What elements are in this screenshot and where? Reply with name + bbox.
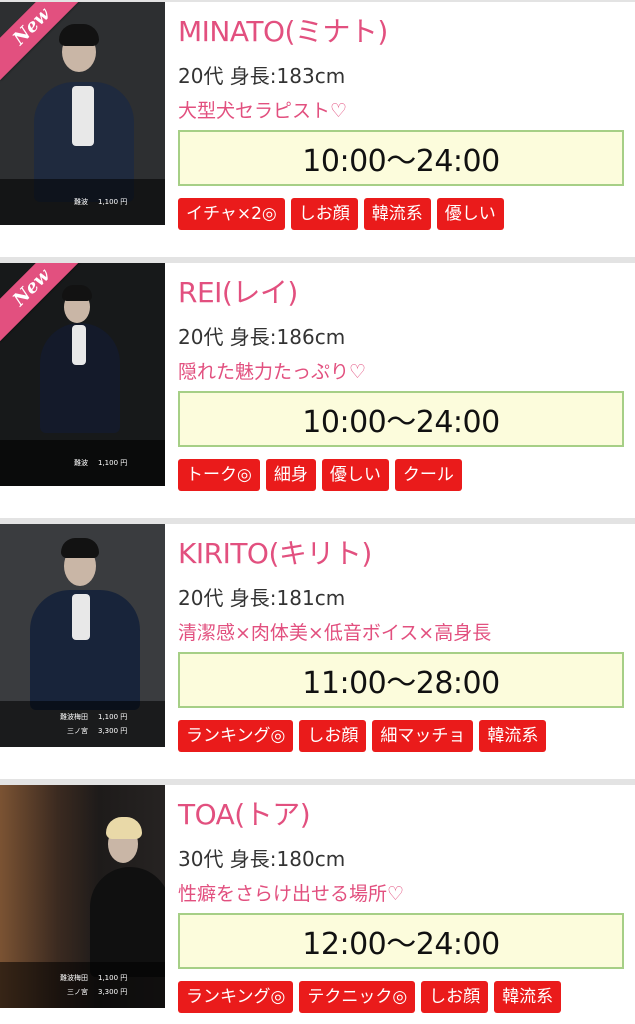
therapist-photo[interactable]: 難波 1,100 円 New (0, 263, 165, 486)
tag: 韓流系 (363, 198, 431, 230)
tag: しお顔 (290, 198, 358, 230)
therapist-card[interactable]: 難波梅田 1,100 円 三ノ宮 3,300 円 KIRITO(キリト) 20代 身… (0, 524, 635, 779)
therapist-name[interactable]: MINATO(ミナト) (178, 10, 388, 50)
therapist-photo[interactable]: 難波梅田 1,100 円 三ノ宮 3,300 円 (0, 524, 165, 747)
price-value: 3,300 円 (98, 727, 128, 735)
therapist-catchphrase: 性癖をさらけ出せる場所♡ (178, 883, 405, 905)
figure-shirt (72, 594, 90, 640)
tag: イチャ×2◎ (178, 198, 285, 230)
tag: しお顔 (421, 981, 489, 1013)
price-area: 難波 (74, 459, 88, 467)
tag: 韓流系 (494, 981, 562, 1013)
figure-hair (59, 24, 99, 46)
price-strip: 難波梅田 1,100 円 三ノ宮 3,300 円 (0, 962, 165, 1008)
work-hours: 10:00〜24:00 (178, 130, 624, 186)
tag: トーク◎ (178, 459, 260, 491)
work-hours: 12:00〜24:00 (178, 913, 624, 969)
tag: しお顔 (299, 720, 367, 752)
figure-hair (106, 817, 142, 839)
therapist-catchphrase: 大型犬セラピスト♡ (178, 100, 348, 122)
tag: ランキング◎ (178, 981, 294, 1013)
tag-list: トーク◎ 細身 優しい クール (178, 459, 462, 491)
therapist-name[interactable]: KIRITO(キリト) (178, 532, 372, 572)
therapist-photo[interactable]: 難波梅田 1,100 円 三ノ宮 3,300 円 (0, 785, 165, 1008)
tag: 優しい (436, 198, 504, 230)
therapist-card[interactable]: 難波 1,100 円 New MINATO(ミナト) 20代 身長:183cm 大… (0, 2, 635, 257)
therapist-catchphrase: 清潔感×肉体美×低音ボイス×高身長 (178, 622, 492, 644)
tag: テクニック◎ (299, 981, 416, 1013)
figure-shirt (72, 325, 86, 365)
tag: 細身 (265, 459, 316, 491)
therapist-stats: 20代 身長:181cm (178, 586, 346, 610)
price-value: 3,300 円 (98, 988, 128, 996)
price-area: 三ノ宮 (67, 727, 88, 735)
work-hours: 11:00〜28:00 (178, 652, 624, 708)
tag: ランキング◎ (178, 720, 294, 752)
work-hours: 10:00〜24:00 (178, 391, 624, 447)
therapist-name[interactable]: TOA(トア) (178, 793, 311, 833)
price-area: 難波梅田 (60, 713, 88, 721)
price-strip: 難波 1,100 円 (0, 179, 165, 225)
tag-list: イチャ×2◎ しお顔 韓流系 優しい (178, 198, 504, 230)
figure-shirt (72, 86, 94, 146)
therapist-catchphrase: 隠れた魅力たっぷり♡ (178, 361, 367, 383)
price-area: 難波梅田 (60, 974, 88, 982)
price-area: 難波 (74, 198, 88, 206)
therapist-stats: 20代 身長:183cm (178, 64, 346, 88)
price-value: 1,100 円 (98, 974, 128, 982)
tag: 細マッチョ (372, 720, 474, 752)
figure-body (90, 867, 165, 977)
therapist-stats: 30代 身長:180cm (178, 847, 346, 871)
price-area: 三ノ宮 (67, 988, 88, 996)
tag-list: ランキング◎ しお顔 細マッチョ 韓流系 (178, 720, 547, 752)
therapist-stats: 20代 身長:186cm (178, 325, 346, 349)
tag: 優しい (321, 459, 389, 491)
price-value: 1,100 円 (98, 198, 128, 206)
figure-hair (62, 285, 92, 301)
therapist-card[interactable]: 難波梅田 1,100 円 三ノ宮 3,300 円 TOA(トア) 30代 身長:18… (0, 785, 635, 1024)
price-strip: 難波 1,100 円 (0, 440, 165, 486)
figure-hair (61, 538, 99, 558)
price-value: 1,100 円 (98, 713, 128, 721)
price-value: 1,100 円 (98, 459, 128, 467)
therapist-name[interactable]: REI(レイ) (178, 271, 298, 311)
therapist-card[interactable]: 難波 1,100 円 New REI(レイ) 20代 身長:186cm 隠れた魅力… (0, 263, 635, 518)
tag: 韓流系 (479, 720, 547, 752)
tag: クール (394, 459, 462, 491)
price-strip: 難波梅田 1,100 円 三ノ宮 3,300 円 (0, 701, 165, 747)
tag-list: ランキング◎ テクニック◎ しお顔 韓流系 (178, 981, 562, 1013)
therapist-photo[interactable]: 難波 1,100 円 New (0, 2, 165, 225)
